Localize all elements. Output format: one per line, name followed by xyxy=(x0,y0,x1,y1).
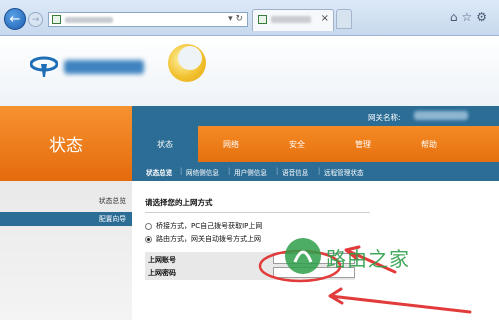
main-menu: 状态 网络 安全 管理 帮助 xyxy=(132,126,499,162)
address-bar[interactable]: ▾ ↻ xyxy=(48,12,248,27)
address-url-redacted xyxy=(65,17,113,23)
star-icon[interactable]: ☆ xyxy=(461,10,476,24)
home-icon[interactable]: ⌂ xyxy=(450,10,462,24)
telecom-logo-icon xyxy=(30,56,58,77)
tab-status[interactable]: 状态 xyxy=(132,126,198,162)
close-icon[interactable]: × xyxy=(321,13,329,24)
gear-icon[interactable]: ⚙ xyxy=(476,10,491,24)
tab-help[interactable]: 帮助 xyxy=(396,126,462,162)
submenu-network-info[interactable]: 网络侧信息 xyxy=(186,167,219,177)
tab-security[interactable]: 安全 xyxy=(264,126,330,162)
submenu-user-info[interactable]: 用户侧信息 xyxy=(234,167,267,177)
section-title: 状态 xyxy=(0,106,132,181)
page-title: 请选择您的上网方式 xyxy=(145,198,213,207)
browser-tool-icons[interactable]: ⌂☆⚙ xyxy=(450,10,491,24)
credentials-form: 上网账号 上网密码 xyxy=(145,252,355,280)
back-arrow-icon[interactable]: ← xyxy=(4,8,26,30)
sidebar-item-setup-wizard[interactable]: 配置向导 xyxy=(0,212,132,226)
address-tools-icon[interactable]: ▾ ↻ xyxy=(228,14,243,24)
watermark-text: 路由之家 xyxy=(326,247,410,271)
telecom-logo-text xyxy=(64,60,144,74)
radio-bridge[interactable] xyxy=(145,222,152,230)
divider xyxy=(145,212,370,213)
tab-network[interactable]: 网络 xyxy=(198,126,264,162)
browser-toolbar: ← → ▾ ↻ × ⌂☆⚙ xyxy=(0,0,499,36)
submenu-separator: | xyxy=(276,167,279,175)
tab-favicon-icon xyxy=(258,15,267,24)
tab-title-redacted xyxy=(271,16,311,23)
new-tab-button[interactable] xyxy=(336,9,352,29)
sub-menu: 状态总览 | 网络侧信息 | 用户侧信息 | 语音信息 | 远程管理状态 xyxy=(132,162,499,181)
account-label: 上网账号 xyxy=(148,256,176,264)
browser-tab[interactable]: × xyxy=(252,9,334,31)
radio-route[interactable] xyxy=(145,235,152,243)
gateway-name-label: 网关名称: xyxy=(368,113,401,122)
watermark-logo-icon xyxy=(285,238,321,274)
submenu-separator: | xyxy=(180,167,183,175)
submenu-voice-info[interactable]: 语音信息 xyxy=(282,167,308,177)
tab-management[interactable]: 管理 xyxy=(330,126,396,162)
sidebar-item-status-overview[interactable]: 状态总览 xyxy=(99,195,126,205)
gateway-bar: 网关名称: xyxy=(132,106,499,126)
favicon-icon xyxy=(52,15,61,24)
submenu-separator: | xyxy=(318,167,321,175)
option-route[interactable]: 路由方式，网关自动拨号方式上网 xyxy=(145,234,261,244)
option-bridge[interactable]: 桥接方式，PC自己拨号获取IP上网 xyxy=(145,221,262,231)
option-route-label: 路由方式，网关自动拨号方式上网 xyxy=(156,235,261,243)
submenu-status-overview[interactable]: 状态总览 xyxy=(146,167,172,177)
forward-arrow-icon[interactable]: → xyxy=(28,12,43,27)
submenu-remote-status[interactable]: 远程管理状态 xyxy=(324,167,364,177)
telecom-logo xyxy=(30,56,150,78)
submenu-separator: | xyxy=(228,167,231,175)
decorative-sun-shade xyxy=(178,46,202,70)
password-label: 上网密码 xyxy=(148,269,176,277)
option-bridge-label: 桥接方式，PC自己拨号获取IP上网 xyxy=(156,222,263,230)
gateway-name-redacted xyxy=(414,111,468,120)
sidebar: 状态总览 配置向导 xyxy=(0,181,132,320)
